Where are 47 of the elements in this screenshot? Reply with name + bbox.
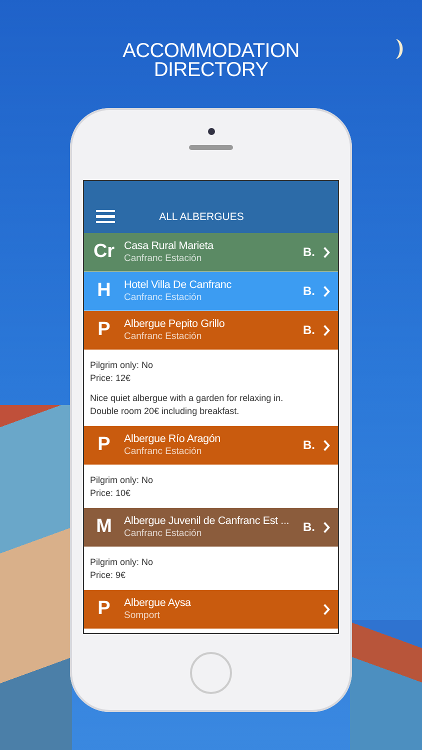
chevron-icon — [323, 520, 330, 534]
item-location: Canfranc Estación — [124, 528, 203, 540]
headline: ACCOMMODATION — [122, 42, 300, 61]
category-letter: P — [96, 434, 112, 456]
category-letter: P — [96, 598, 112, 620]
booking-logo[interactable]: B. — [303, 245, 315, 259]
chevron-icon — [323, 602, 330, 616]
item-location: Canfranc Estación — [124, 446, 203, 458]
menu-icon[interactable] — [96, 210, 115, 223]
detail-text: Pilgrim only: No — [90, 359, 154, 372]
booking-logo[interactable]: B. — [303, 323, 315, 337]
item-name: Albergue Río Aragón — [124, 432, 222, 446]
list-item[interactable]: P Albergue Río Aragón Canfranc Estación B. — [84, 426, 338, 465]
list-item[interactable]: P Albergue Aysa Somport — [84, 590, 338, 629]
booking-logo[interactable]: B. — [303, 520, 315, 534]
detail-text: Pilgrim only: No — [90, 474, 154, 487]
item-name: Albergue Aysa — [124, 596, 192, 610]
category-letter: M — [95, 516, 113, 538]
speaker-icon — [189, 145, 233, 150]
detail-text: Price: 10€ — [90, 487, 132, 500]
list-item[interactable]: P Albergue Pepito Grillo Canfranc Estación B. — [84, 311, 338, 350]
chevron-icon — [323, 246, 330, 258]
description-text: Nice quiet albergue with a garden for relaxing in. Double room 20€ including breakfast. — [90, 392, 284, 418]
category-letter: H — [96, 280, 112, 302]
item-location: Canfranc Estación — [124, 292, 203, 304]
category-letter: Cr — [92, 241, 116, 263]
item-location: Somport — [124, 610, 161, 622]
detail-text: Price: 9€ — [90, 569, 127, 582]
chevron-icon — [323, 284, 330, 298]
booking-logo[interactable]: B. — [303, 284, 315, 298]
headline: DIRECTORY — [154, 61, 268, 80]
list-item[interactable]: H Hotel Villa De Canfranc Canfranc Estación B. — [84, 272, 338, 311]
list-item[interactable]: M Albergue Juvenil de Canfranc Est ... Canfranc Estación B. — [84, 508, 338, 547]
item-name: Albergue Juvenil de Canfranc Est ... — [124, 514, 290, 528]
booking-logo[interactable]: B. — [303, 438, 315, 452]
detail-text: Pilgrim only: No — [90, 556, 154, 569]
chevron-icon — [323, 438, 330, 452]
chevron-icon — [323, 324, 330, 336]
item-location: Canfranc Estación — [124, 331, 203, 343]
item-name: Hotel Villa De Canfranc — [124, 278, 232, 292]
item-location: Canfranc Estación — [124, 253, 203, 265]
app-title: ALL ALBERGUES — [158, 211, 245, 223]
camera-icon — [208, 128, 214, 135]
detail-text: Price: 12€ — [90, 372, 132, 385]
item-name: Albergue Pepito Grillo — [124, 317, 226, 331]
item-name: Casa Rural Marieta — [124, 239, 215, 253]
category-letter: P — [96, 319, 112, 341]
